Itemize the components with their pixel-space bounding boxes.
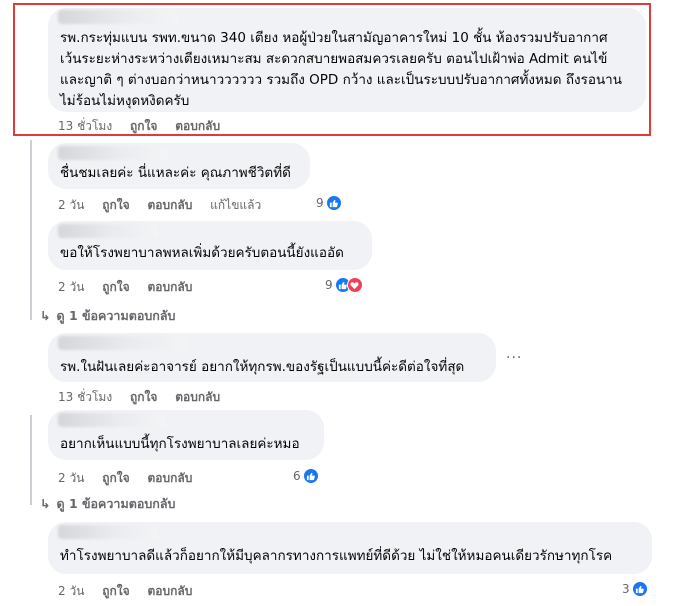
comment-bubble: ขอให้โรงพยาบาลพหลเพิ่มด้วยครับตอนนี้ยังแ… xyxy=(48,221,372,270)
reaction-count: 9 xyxy=(316,196,324,210)
reaction-count: 3 xyxy=(622,582,630,596)
thread-line xyxy=(30,415,32,505)
comment-meta: 13 ชั่วโมง ถูกใจ ตอบกลับ xyxy=(58,388,234,407)
reply-link[interactable]: ตอบกลับ xyxy=(147,198,192,212)
thread-line xyxy=(30,140,32,320)
view-replies-label: ดู 1 ข้อความตอบกลับ xyxy=(56,496,176,511)
view-replies-link[interactable]: ↳ ดู 1 ข้อความตอบกลับ xyxy=(40,494,175,514)
author-name-blurred[interactable] xyxy=(58,146,168,160)
reaction-count: 6 xyxy=(293,469,301,483)
author-name-blurred[interactable] xyxy=(58,413,166,427)
like-link[interactable]: ถูกใจ xyxy=(102,584,129,598)
reaction-summary[interactable]: 3 xyxy=(622,581,648,597)
comment-meta: 2 วัน ถูกใจ ตอบกลับ xyxy=(58,469,206,488)
like-reaction-icon xyxy=(302,468,319,484)
comment-text-line: ชื่นชมเลยค่ะ นี่แหละค่ะ คุณภาพชีวิตที่ดี xyxy=(60,165,291,181)
comment-meta: 2 วัน ถูกใจ ตอบกลับ xyxy=(58,278,206,297)
comment-time[interactable]: 2 วัน xyxy=(58,198,84,212)
comment-meta: 2 วัน ถูกใจ ตอบกลับ แก้ไขแล้ว xyxy=(58,196,275,215)
comment-meta: 2 วัน ถูกใจ ตอบกลับ xyxy=(58,582,206,601)
view-replies-label: ดู 1 ข้อความตอบกลับ xyxy=(56,308,176,323)
reaction-summary[interactable]: 9 xyxy=(325,277,363,293)
like-link[interactable]: ถูกใจ xyxy=(130,119,157,133)
reaction-count: 9 xyxy=(325,278,333,292)
reaction-summary[interactable]: 6 xyxy=(293,468,319,484)
view-replies-link[interactable]: ↳ ดู 1 ข้อความตอบกลับ xyxy=(40,306,175,326)
author-name-blurred[interactable] xyxy=(58,336,188,350)
comment-time[interactable]: 2 วัน xyxy=(58,280,84,294)
comment-text-line: เว้นระยะห่างระหว่างเตียงเหมาะสม สะดวกสบา… xyxy=(60,51,608,67)
reply-link[interactable]: ตอบกลับ xyxy=(147,471,192,485)
comment-text-line: ไม่ร้อนไม่หงุดหงิดครับ xyxy=(60,93,190,109)
like-link[interactable]: ถูกใจ xyxy=(130,390,157,404)
more-options-icon[interactable]: ··· xyxy=(506,350,522,366)
comment-text-line: ทำโรงพยาบาลดีแล้วก็อยากให้มีบุคลากรทางกา… xyxy=(60,548,613,564)
reply-link[interactable]: ตอบกลับ xyxy=(147,280,192,294)
comment-time[interactable]: 13 ชั่วโมง xyxy=(58,390,112,404)
like-reaction-icon xyxy=(631,581,648,597)
comment-text-line: และญาติ ๆ ต่างบอกว่าหนาวววววว รวมถึง OPD… xyxy=(60,72,622,88)
reply-link[interactable]: ตอบกลับ xyxy=(175,390,220,404)
comment-time[interactable]: 2 วัน xyxy=(58,584,84,598)
comment-time[interactable]: 13 ชั่วโมง xyxy=(58,119,112,133)
reaction-summary[interactable]: 9 xyxy=(316,195,342,211)
comment-text-line: รพ.กระทุ่มแบน รพท.ขนาด 340 เตียง หอผู้ป่… xyxy=(60,30,608,46)
author-name-blurred[interactable] xyxy=(58,224,158,238)
comment-text-line: อยากเห็นแบบนี้ทุกโรงพยาบาลเลยค่ะหมอ xyxy=(60,436,300,452)
comment-bubble: รพ.ในฝันเลยค่ะอาจารย์ อยากให้ทุกรพ.ของรั… xyxy=(48,333,496,382)
like-link[interactable]: ถูกใจ xyxy=(102,198,129,212)
reply-arrow-icon: ↳ xyxy=(40,308,51,323)
comment-meta: 13 ชั่วโมง ถูกใจ ตอบกลับ xyxy=(58,117,234,136)
reply-link[interactable]: ตอบกลับ xyxy=(175,119,220,133)
comment-time[interactable]: 2 วัน xyxy=(58,471,84,485)
like-link[interactable]: ถูกใจ xyxy=(102,280,129,294)
like-reaction-icon xyxy=(325,195,342,211)
comment-bubble: อยากเห็นแบบนี้ทุกโรงพยาบาลเลยค่ะหมอ xyxy=(48,410,324,460)
comment-text-line: ขอให้โรงพยาบาลพหลเพิ่มด้วยครับตอนนี้ยังแ… xyxy=(60,245,344,261)
comment-text-line: รพ.ในฝันเลยค่ะอาจารย์ อยากให้ทุกรพ.ของรั… xyxy=(60,359,465,375)
comment-bubble: รพ.กระทุ่มแบน รพท.ขนาด 340 เตียง หอผู้ป่… xyxy=(48,8,646,112)
author-name-blurred[interactable] xyxy=(58,525,158,539)
comment-bubble: ทำโรงพยาบาลดีแล้วก็อยากให้มีบุคลากรทางกา… xyxy=(48,522,652,574)
like-link[interactable]: ถูกใจ xyxy=(102,471,129,485)
love-reaction-icon xyxy=(346,277,363,293)
edited-label[interactable]: แก้ไขแล้ว xyxy=(210,198,261,212)
reply-link[interactable]: ตอบกลับ xyxy=(147,584,192,598)
author-name-blurred[interactable] xyxy=(58,10,178,24)
comment-bubble: ชื่นชมเลยค่ะ นี่แหละค่ะ คุณภาพชีวิตที่ดี xyxy=(48,143,310,189)
reply-arrow-icon: ↳ xyxy=(40,496,51,511)
